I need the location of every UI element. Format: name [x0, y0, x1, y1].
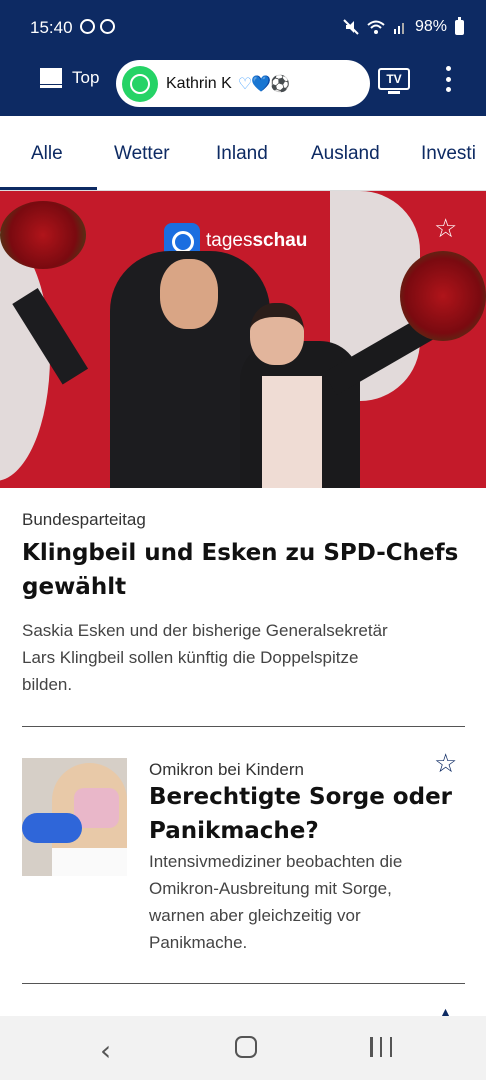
status-time: 15:40	[30, 18, 73, 37]
article-1-summary: Saskia Esken und der bisherige Generalse…	[22, 621, 388, 694]
person-left-face	[160, 259, 218, 329]
bookmark-star-icon[interactable]: ☆	[434, 214, 457, 244]
chat-emoji: ♡💙⚽	[237, 74, 290, 93]
back-icon[interactable]: ‹	[100, 1034, 111, 1067]
home-icon[interactable]	[235, 1036, 257, 1058]
status-right: 98%	[343, 16, 464, 36]
tab-alle[interactable]: Alle	[31, 143, 63, 165]
bouquet-left	[0, 201, 86, 269]
whatsapp-notification-icon-2	[100, 19, 115, 34]
person-right-shirt	[262, 376, 322, 488]
tv-button[interactable]: TV	[378, 68, 410, 94]
system-nav-bar: ‹	[0, 1016, 486, 1080]
article-2-summary: Intensivmediziner beobachten die Omikron…	[149, 852, 403, 952]
app-bar: Top Kathrin K ♡💙⚽ TV	[0, 56, 486, 116]
tab-investigativ[interactable]: Investi	[421, 143, 476, 165]
top-button[interactable]: Top	[40, 68, 99, 88]
chat-head-bubble[interactable]: Kathrin K ♡💙⚽	[116, 60, 370, 107]
article-divider	[22, 726, 465, 727]
tab-ausland[interactable]: Ausland	[311, 143, 380, 165]
whatsapp-icon	[122, 65, 158, 102]
article-2-headline[interactable]: Berechtigte Sorge oder Panikmache?	[149, 780, 465, 848]
hero-image[interactable]: tagesschau ☆	[0, 191, 486, 488]
bookmark-star-icon-2[interactable]: ☆	[434, 749, 457, 779]
person-right-face	[250, 303, 304, 365]
article-1-kicker: Bundesparteitag	[22, 510, 146, 529]
article-1-headline[interactable]: Klingbeil und Esken zu SPD-Chefs gewählt	[22, 536, 465, 604]
mute-icon	[343, 19, 359, 35]
category-tabs: Alle Wetter Inland Ausland Investi	[0, 116, 486, 191]
article-2-thumbnail[interactable]	[22, 758, 127, 876]
active-tab-indicator	[0, 187, 97, 190]
chat-contact-name: Kathrin K	[166, 74, 232, 92]
whatsapp-notification-icon	[80, 19, 95, 34]
tab-inland[interactable]: Inland	[216, 143, 268, 165]
top-icon	[40, 68, 62, 88]
top-label: Top	[72, 68, 100, 87]
article-divider-2	[22, 983, 465, 984]
article-2-kicker: Omikron bei Kindern	[149, 760, 304, 779]
status-bar: 15:40 98%	[0, 0, 486, 56]
bouquet-right	[400, 251, 486, 341]
tab-wetter[interactable]: Wetter	[114, 143, 170, 165]
battery-icon	[455, 16, 464, 35]
wifi-icon	[367, 20, 385, 34]
overflow-menu-icon[interactable]	[444, 66, 452, 92]
battery-percent: 98%	[414, 18, 447, 35]
signal-icon	[393, 23, 404, 34]
recent-apps-icon[interactable]	[370, 1037, 392, 1057]
